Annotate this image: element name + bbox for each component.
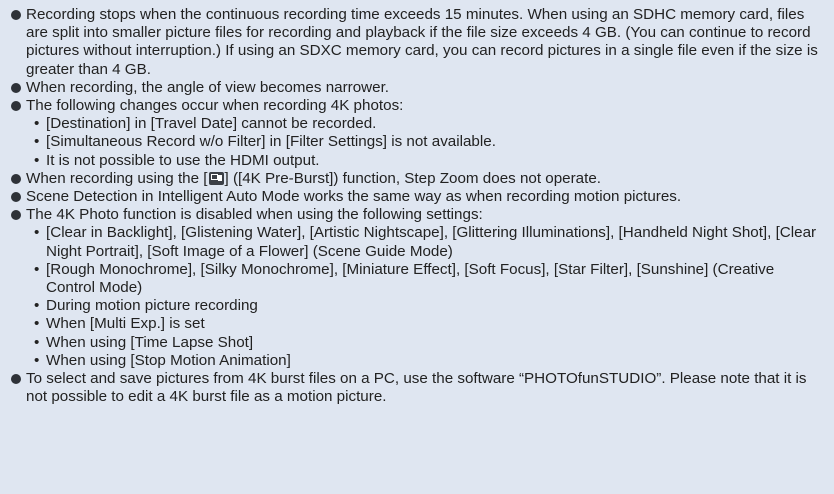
sub-item: • When [Multi Exp.] is set	[34, 315, 205, 333]
note-angle-of-view: When recording, the angle of view become…	[10, 79, 826, 97]
note-text: The following changes occur when recordi…	[26, 97, 404, 115]
note-4k-photo-changes: The following changes occur when recordi…	[10, 97, 826, 170]
sub-bullet: •	[34, 351, 40, 369]
bullet-icon	[11, 210, 21, 221]
sub-bullet: •	[34, 315, 40, 333]
note-4k-disabled: The 4K Photo function is disabled when u…	[10, 206, 826, 370]
sub-bullet: •	[34, 115, 40, 133]
note-scene-detection: Scene Detection in Intelligent Auto Mode…	[10, 188, 826, 206]
sub-item: • [Rough Monochrome], [Silky Monochrome],…	[34, 260, 775, 297]
note-text: To select and save pictures from 4K burs…	[26, 370, 807, 406]
sub-list: • [Destination] in [Travel Date] cannot b…	[26, 115, 826, 170]
sub-bullet: •	[34, 224, 40, 242]
note-text: Recording stops when the continuous reco…	[26, 6, 818, 78]
sub-item: • It is not possible to use the HDMI outp…	[34, 151, 320, 169]
bullet-icon	[11, 101, 21, 112]
note-text: The 4K Photo function is disabled when u…	[26, 206, 483, 224]
sub-bullet: •	[34, 297, 40, 315]
note-pre-burst: When recording using the [] ([4K Pre-Bur…	[10, 170, 826, 188]
sub-bullet: •	[34, 260, 40, 278]
bullet-icon	[11, 10, 21, 20]
sub-item: • [Simultaneous Record w/o Filter] in [Fi…	[34, 133, 496, 151]
note-photofunstudio: To select and save pictures from 4K burs…	[10, 370, 826, 406]
bullet-icon	[11, 82, 21, 93]
notes-list: Recording stops when the continuous reco…	[10, 6, 826, 406]
sub-bullet: •	[34, 133, 40, 151]
sub-item: • During motion picture recording	[34, 297, 258, 315]
bullet-icon	[11, 173, 21, 184]
bullet-icon	[11, 374, 21, 385]
sub-item: • [Clear in Backlight], [Glistening Water…	[34, 224, 817, 260]
sub-item: • When using [Stop Motion Animation]	[34, 351, 291, 369]
4k-pre-burst-icon	[208, 171, 224, 185]
note-recording-limit: Recording stops when the continuous reco…	[10, 6, 826, 79]
sub-bullet: •	[34, 333, 40, 351]
sub-bullet: •	[34, 151, 40, 169]
note-text: When recording, the angle of view become…	[26, 78, 390, 96]
sub-item: • When using [Time Lapse Shot]	[34, 333, 254, 351]
notes-page: Recording stops when the continuous reco…	[0, 0, 834, 494]
note-text: Scene Detection in Intelligent Auto Mode…	[26, 188, 682, 206]
bullet-icon	[11, 192, 21, 203]
sub-item: • [Destination] in [Travel Date] cannot b…	[34, 115, 377, 133]
sub-list: • [Clear in Backlight], [Glistening Water…	[26, 224, 826, 370]
